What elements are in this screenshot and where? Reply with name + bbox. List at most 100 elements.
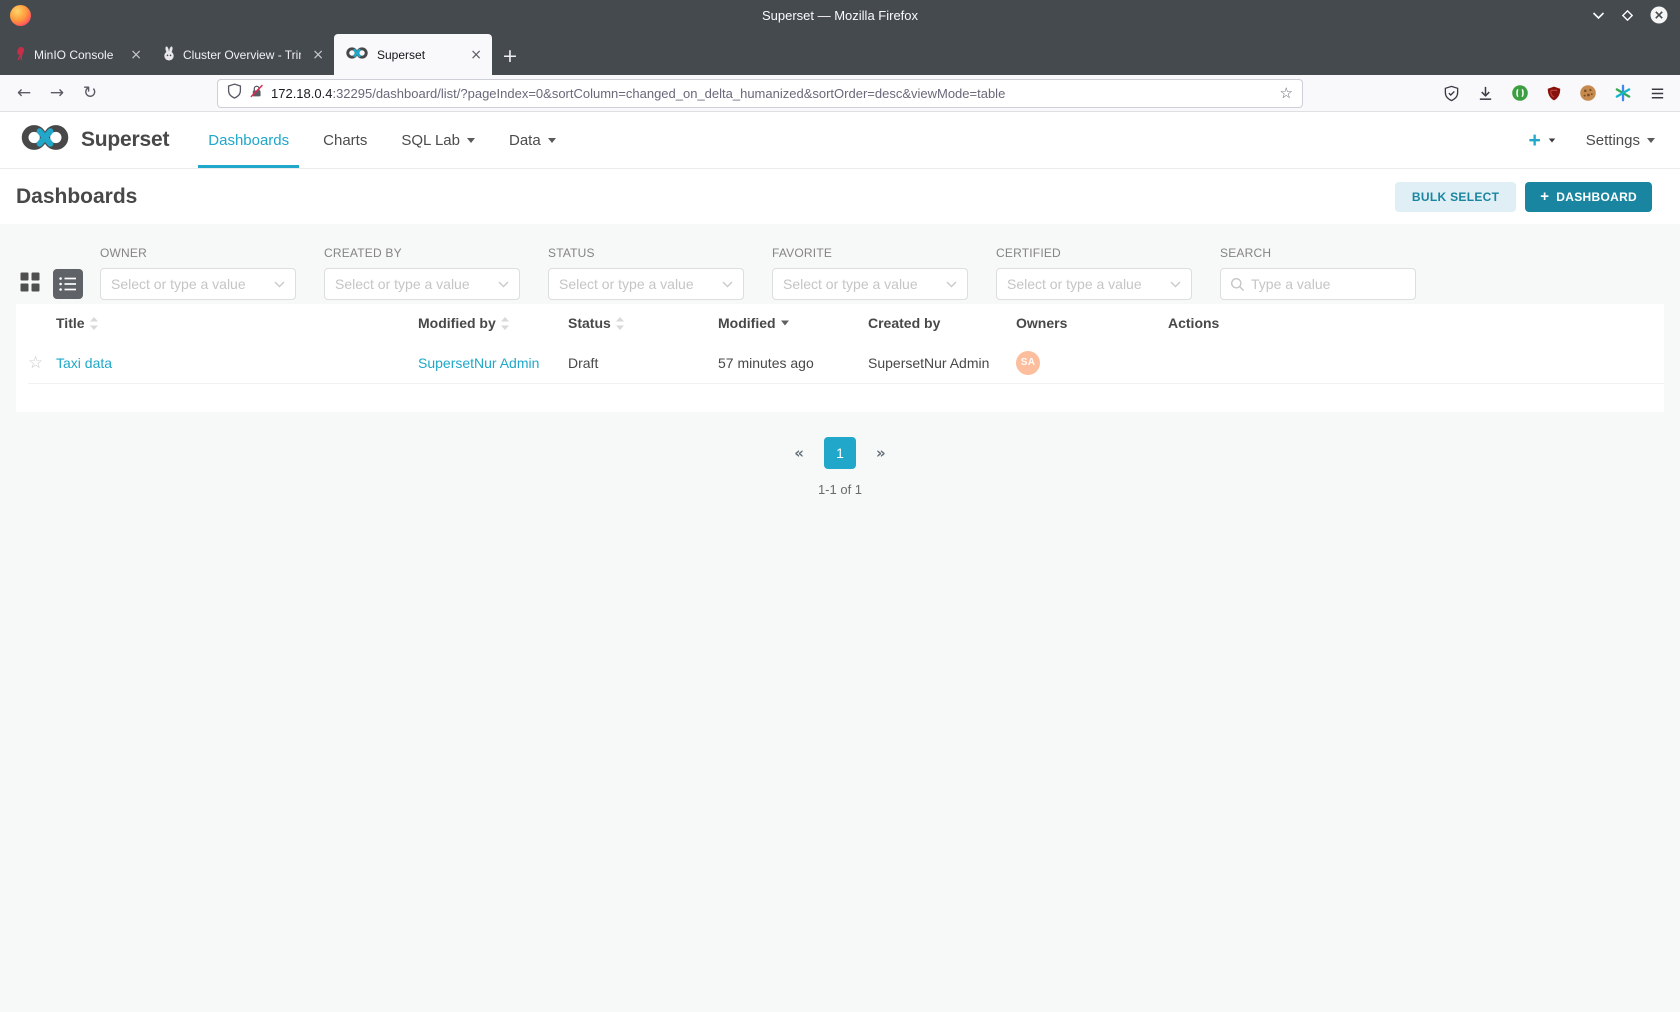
window-maximize-button[interactable] bbox=[1621, 9, 1634, 22]
back-button[interactable]: ← bbox=[10, 79, 38, 107]
superset-brand[interactable]: Superset bbox=[17, 123, 169, 157]
status-cell: Draft bbox=[568, 355, 718, 371]
brand-name: Superset bbox=[81, 128, 169, 152]
sort-icon bbox=[501, 317, 509, 330]
filter-label: STATUS bbox=[548, 246, 744, 260]
permissions-shield-check-icon[interactable] bbox=[1443, 85, 1460, 102]
window-minimize-button[interactable] bbox=[1592, 11, 1605, 20]
tracking-shield-icon[interactable] bbox=[227, 83, 242, 104]
tab-title: Superset bbox=[377, 48, 459, 62]
filter-favorite: FAVORITE Select or type a value bbox=[772, 246, 968, 300]
filter-created-by: CREATED BY Select or type a value bbox=[324, 246, 520, 300]
page-1-button[interactable]: 1 bbox=[824, 437, 856, 469]
previous-page-button[interactable]: « bbox=[794, 444, 804, 462]
window-title: Superset — Mozilla Firefox bbox=[0, 8, 1680, 23]
table-header-row: Title Modified by Status Modified Create… bbox=[28, 304, 1664, 342]
browser-tab-minio[interactable]: MinIO Console × bbox=[4, 34, 152, 75]
plus-icon: + bbox=[1540, 188, 1549, 205]
select-placeholder: Select or type a value bbox=[335, 276, 470, 292]
sort-icon bbox=[90, 317, 98, 330]
settings-label: Settings bbox=[1586, 132, 1640, 149]
chevron-down-icon bbox=[1170, 281, 1181, 288]
extension-asterisk-icon[interactable] bbox=[1614, 84, 1632, 102]
table-row: ☆ Taxi data SupersetNur Admin Draft 57 m… bbox=[28, 342, 1664, 384]
column-header-title[interactable]: Title bbox=[56, 315, 418, 331]
settings-menu-button[interactable]: Settings bbox=[1586, 132, 1655, 149]
status-select[interactable]: Select or type a value bbox=[548, 268, 744, 300]
certified-select[interactable]: Select or type a value bbox=[996, 268, 1192, 300]
column-header-status[interactable]: Status bbox=[568, 315, 718, 331]
insecure-lock-icon[interactable] bbox=[249, 83, 264, 104]
cookie-icon[interactable] bbox=[1579, 84, 1597, 102]
page-title: Dashboards bbox=[16, 185, 137, 209]
browser-tab-superset[interactable]: Superset × bbox=[334, 34, 492, 75]
new-item-menu-button[interactable]: + bbox=[1529, 130, 1556, 151]
bookmark-star-icon[interactable]: ☆ bbox=[1280, 84, 1293, 102]
chevron-down-icon bbox=[722, 281, 733, 288]
sort-icon bbox=[616, 317, 624, 330]
forward-button[interactable]: → bbox=[43, 79, 71, 107]
list-view-toggle[interactable] bbox=[53, 269, 83, 299]
trino-bunny-icon bbox=[162, 46, 176, 64]
nav-item-label: SQL Lab bbox=[401, 132, 460, 149]
ublock-shield-icon[interactable] bbox=[1546, 85, 1562, 102]
next-page-button[interactable]: » bbox=[876, 444, 886, 462]
browser-toolbar: ← → ↻ 172.18.0.4:32295/dashboard/list/?p… bbox=[0, 75, 1680, 112]
nav-item-label: Dashboards bbox=[208, 132, 289, 149]
superset-logo-icon bbox=[17, 123, 73, 157]
card-view-toggle[interactable] bbox=[20, 272, 40, 297]
favorite-star-icon[interactable]: ☆ bbox=[28, 353, 43, 373]
dashboard-title-link[interactable]: Taxi data bbox=[56, 355, 112, 371]
tab-close-icon[interactable]: × bbox=[130, 47, 142, 63]
created-by-select[interactable]: Select or type a value bbox=[324, 268, 520, 300]
new-dashboard-button[interactable]: + DASHBOARD bbox=[1525, 182, 1652, 212]
favorite-select[interactable]: Select or type a value bbox=[772, 268, 968, 300]
nav-item-dashboards[interactable]: Dashboards bbox=[191, 112, 306, 168]
column-header-modified[interactable]: Modified bbox=[718, 315, 868, 331]
nav-item-sql-lab[interactable]: SQL Lab bbox=[384, 112, 492, 168]
browser-tab-trino[interactable]: Cluster Overview - Trino × bbox=[152, 34, 334, 75]
column-header-modified-by[interactable]: Modified by bbox=[418, 315, 568, 331]
nav-item-data[interactable]: Data bbox=[492, 112, 573, 168]
filter-label: CERTIFIED bbox=[996, 246, 1192, 260]
new-tab-button[interactable]: + bbox=[502, 47, 518, 66]
tab-title: MinIO Console bbox=[34, 48, 119, 62]
column-label: Modified by bbox=[418, 315, 496, 331]
window-close-button[interactable] bbox=[1650, 6, 1668, 24]
filter-bar: OWNER Select or type a value CREATED BY … bbox=[0, 246, 1680, 300]
modified-by-link[interactable]: SupersetNur Admin bbox=[418, 355, 539, 371]
extension-green-circle-icon[interactable] bbox=[1511, 84, 1529, 102]
chevron-down-icon bbox=[946, 281, 957, 288]
bulk-select-button[interactable]: BULK SELECT bbox=[1395, 182, 1516, 212]
nav-item-charts[interactable]: Charts bbox=[306, 112, 384, 168]
filter-search: SEARCH bbox=[1220, 246, 1416, 300]
column-label: Modified bbox=[718, 315, 776, 331]
tab-title: Cluster Overview - Trino bbox=[183, 48, 301, 62]
downloads-icon[interactable] bbox=[1477, 85, 1494, 102]
browser-tab-bar: MinIO Console × Cluster Overview - Trino… bbox=[0, 30, 1680, 75]
chevron-down-icon bbox=[467, 138, 475, 143]
filter-label: FAVORITE bbox=[772, 246, 968, 260]
dashboards-table: Title Modified by Status Modified Create… bbox=[16, 304, 1664, 412]
bulk-select-label: BULK SELECT bbox=[1412, 190, 1499, 204]
url-path: :32295/dashboard/list/?pageIndex=0&sortC… bbox=[332, 86, 1005, 101]
tab-close-icon[interactable]: × bbox=[312, 47, 324, 63]
menu-hamburger-icon[interactable] bbox=[1649, 85, 1666, 102]
dashboard-list-content: OWNER Select or type a value CREATED BY … bbox=[0, 224, 1680, 1012]
url-bar[interactable]: 172.18.0.4:32295/dashboard/list/?pageInd… bbox=[217, 79, 1303, 108]
tab-close-icon[interactable]: × bbox=[470, 47, 482, 63]
chevron-down-icon bbox=[1549, 138, 1555, 142]
filter-certified: CERTIFIED Select or type a value bbox=[996, 246, 1192, 300]
chevron-down-icon bbox=[274, 281, 285, 288]
select-placeholder: Select or type a value bbox=[1007, 276, 1142, 292]
search-input[interactable] bbox=[1251, 276, 1406, 292]
new-dashboard-label: DASHBOARD bbox=[1556, 190, 1637, 204]
chevron-down-icon bbox=[1647, 138, 1655, 143]
owner-avatar[interactable]: SA bbox=[1016, 351, 1040, 375]
reload-button[interactable]: ↻ bbox=[76, 79, 104, 107]
url-text[interactable]: 172.18.0.4:32295/dashboard/list/?pageInd… bbox=[271, 86, 1273, 101]
select-placeholder: Select or type a value bbox=[111, 276, 246, 292]
column-label: Status bbox=[568, 315, 611, 331]
owner-select[interactable]: Select or type a value bbox=[100, 268, 296, 300]
pagination-summary: 1-1 of 1 bbox=[0, 482, 1680, 497]
